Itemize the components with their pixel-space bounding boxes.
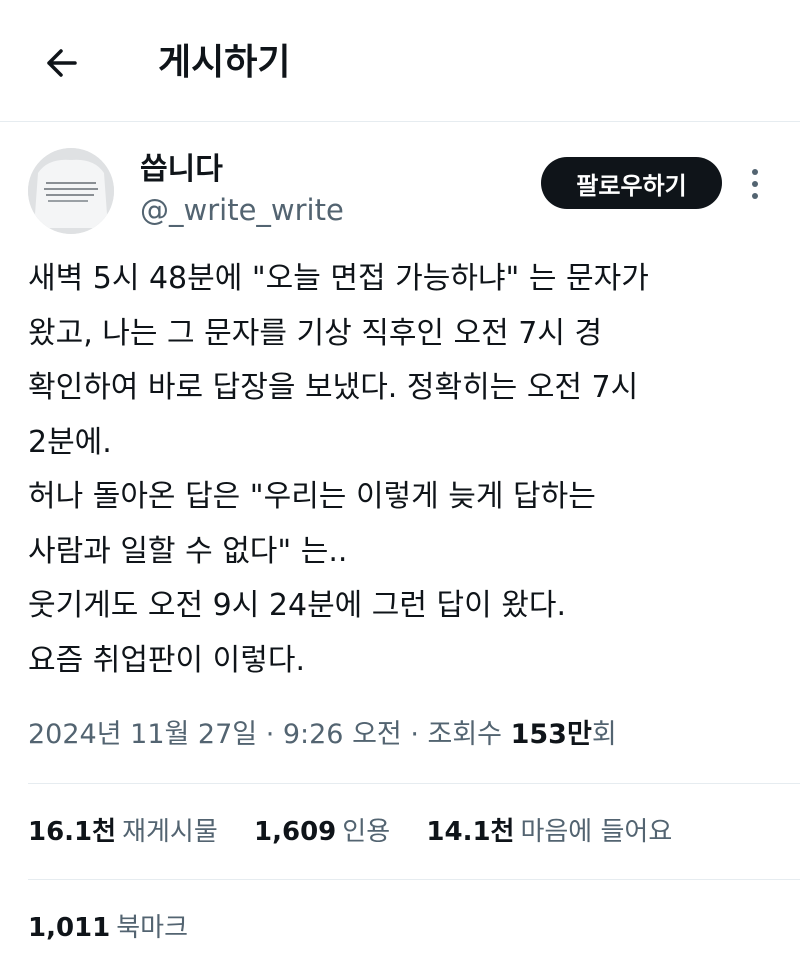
- top-bar: 게시하기: [0, 0, 800, 122]
- page-title: 게시하기: [158, 42, 291, 83]
- more-vertical-icon: [752, 169, 758, 199]
- tweet-line: 웃기게도 오전 9시 24분에 그런 답이 왔다.: [28, 588, 567, 623]
- quote-count-label: 인용: [342, 817, 391, 847]
- bookmark-count-number: 1,011: [28, 913, 111, 943]
- divider: [28, 783, 800, 784]
- author-handle[interactable]: @_write_write: [140, 190, 344, 230]
- tweet-meta: 2024년 11월 27일 · 9:26 오전 · 조회수 153만회: [28, 715, 617, 755]
- bookmark-count-label: 북마크: [116, 913, 189, 943]
- tweet-line: 새벽 5시 48분에 "오늘 면접 가능하냐" 는 문자가: [28, 261, 649, 296]
- more-options-button[interactable]: [740, 160, 770, 208]
- tweet-line: 허나 돌아온 답은 "우리는 이렇게 늦게 답하는: [28, 479, 596, 514]
- tweet-line: 2분에.: [28, 424, 112, 460]
- avatar-image: [28, 148, 114, 234]
- repost-count[interactable]: 16.1천 재게시물: [28, 812, 218, 852]
- follow-button[interactable]: 팔로우하기: [541, 157, 722, 209]
- like-count-label: 마음에 들어요: [520, 817, 673, 847]
- like-count-number: 14.1천: [426, 817, 515, 847]
- like-count[interactable]: 14.1천 마음에 들어요: [426, 812, 672, 852]
- quote-count-number: 1,609: [254, 817, 337, 847]
- view-count: 153만: [510, 719, 592, 750]
- quote-count[interactable]: 1,609 인용: [254, 812, 390, 852]
- arrow-left-icon: [47, 49, 77, 77]
- tweet-body: 새벽 5시 48분에 "오늘 면접 가능하냐" 는 문자가 왔고, 나는 그 문…: [28, 252, 778, 688]
- engagement-stats: 16.1천 재게시물 1,609 인용 14.1천 마음에 들어요: [28, 812, 700, 852]
- back-button[interactable]: [36, 38, 86, 88]
- repost-count-label: 재게시물: [122, 817, 218, 847]
- bookmark-stats: 1,011 북마크: [28, 908, 216, 948]
- divider: [28, 879, 800, 880]
- tweet-line: 왔고, 나는 그 문자를 기상 직후인 오전 7시 경: [28, 315, 603, 351]
- author-display-name[interactable]: 씁니다: [140, 150, 223, 190]
- bookmark-count[interactable]: 1,011 북마크: [28, 908, 188, 948]
- view-count-suffix: 회: [591, 719, 617, 750]
- tweet-line: 확인하여 바로 답장을 보냈다. 정확히는 오전 7시: [28, 370, 639, 405]
- avatar[interactable]: [28, 148, 114, 234]
- timestamp[interactable]: 2024년 11월 27일 · 9:26 오전 · 조회수: [28, 719, 511, 750]
- tweet-line: 요즘 취업판이 이렇다.: [28, 642, 306, 678]
- tweet-line: 사람과 일할 수 없다" 는..: [28, 533, 348, 569]
- repost-count-number: 16.1천: [28, 817, 117, 847]
